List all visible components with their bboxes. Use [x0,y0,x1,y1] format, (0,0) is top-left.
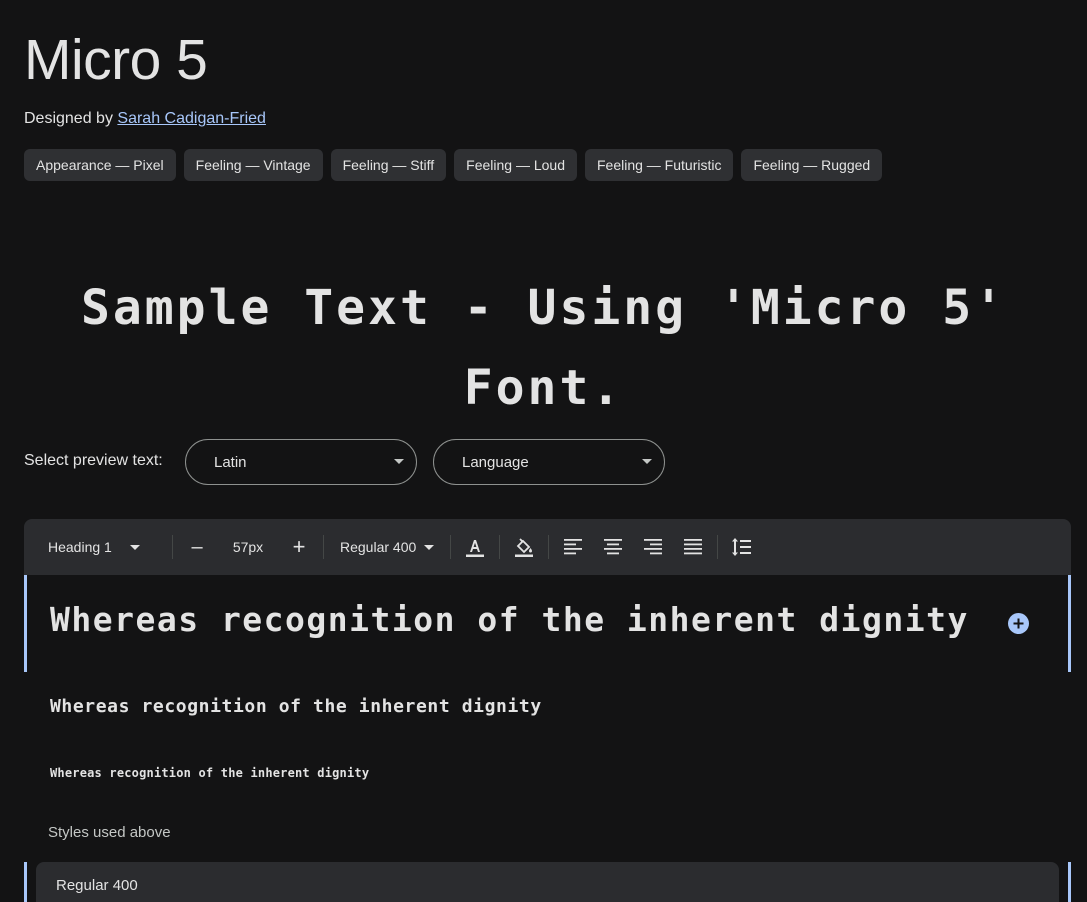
designed-by-label: Designed by [24,110,113,127]
dropdown-caret-icon [394,459,404,464]
style-select[interactable]: Heading 1 [24,519,164,575]
sample-text-heading-1[interactable]: Whereas recognition of the inherent dign… [50,600,969,639]
format-color-fill-icon [515,538,534,557]
align-center-icon [604,539,623,555]
plus-icon: + [292,534,306,559]
line-height-icon [732,538,752,556]
line-height-button[interactable] [726,531,758,563]
sample-text-small[interactable]: Whereas recognition of the inherent dign… [50,766,369,780]
align-center-button[interactable] [597,531,629,563]
card-accent-left [24,862,27,902]
designer-line: Designed by Sarah Cadigan-Fried [24,110,266,128]
increase-size-button[interactable]: + [283,531,315,563]
tag-chip[interactable]: Feeling — Stiff [330,149,447,181]
tag-list: Appearance — Pixel Feeling — Vintage Fee… [24,149,883,181]
tag-chip[interactable]: Feeling — Futuristic [584,149,734,181]
preview-text-label: Select preview text: [24,452,163,469]
styles-used-label: Styles used above [48,824,171,841]
toolbar-divider [548,535,550,559]
tag-chip[interactable]: Appearance — Pixel [24,149,176,181]
add-circle-icon [1013,618,1024,629]
weight-select-value: Regular 400 [340,539,417,555]
align-right-icon [644,539,663,555]
language-select-value: Language [462,454,529,471]
tag-chip[interactable]: Feeling — Vintage [183,149,323,181]
style-card[interactable]: Regular 400 [36,862,1059,902]
toolbar-divider [717,535,719,559]
decrease-size-button[interactable]: – [181,531,213,563]
page-title: Micro 5 [24,28,208,92]
align-left-icon [564,539,583,555]
tag-chip[interactable]: Feeling — Loud [454,149,577,181]
script-select[interactable]: Latin [185,439,417,485]
fill-color-button[interactable] [508,531,540,563]
designer-link[interactable]: Sarah Cadigan-Fried [117,110,266,127]
language-select[interactable]: Language [433,439,665,485]
align-left-button[interactable] [557,531,589,563]
tag-chip[interactable]: Feeling — Rugged [741,149,883,181]
dropdown-caret-icon [642,459,652,464]
size-value[interactable]: 57px [213,539,283,555]
align-right-button[interactable] [637,531,669,563]
text-color-button[interactable] [459,531,491,563]
add-style-button[interactable] [1008,613,1029,634]
toolbar-divider [450,535,452,559]
toolbar-divider [172,535,173,559]
dropdown-caret-icon [130,544,140,550]
dropdown-caret-icon [424,544,435,550]
style-card-label: Regular 400 [56,877,138,894]
toolbar-divider [323,535,324,559]
weight-select[interactable]: Regular 400 [332,519,442,575]
preview-toolbar: Heading 1 – 57px + Regular 400 [24,519,1071,575]
hero-sample-text: Sample Text - Using 'Micro 5' Font. [80,280,1007,416]
sample-text-medium[interactable]: Whereas recognition of the inherent dign… [50,696,542,717]
card-accent-right [1068,862,1071,902]
toolbar-divider [499,535,501,559]
align-justify-icon [684,539,703,555]
script-select-value: Latin [214,454,247,471]
style-select-value: Heading 1 [48,539,112,555]
minus-icon: – [191,535,203,558]
format-color-text-icon [466,540,485,557]
align-justify-button[interactable] [677,531,709,563]
